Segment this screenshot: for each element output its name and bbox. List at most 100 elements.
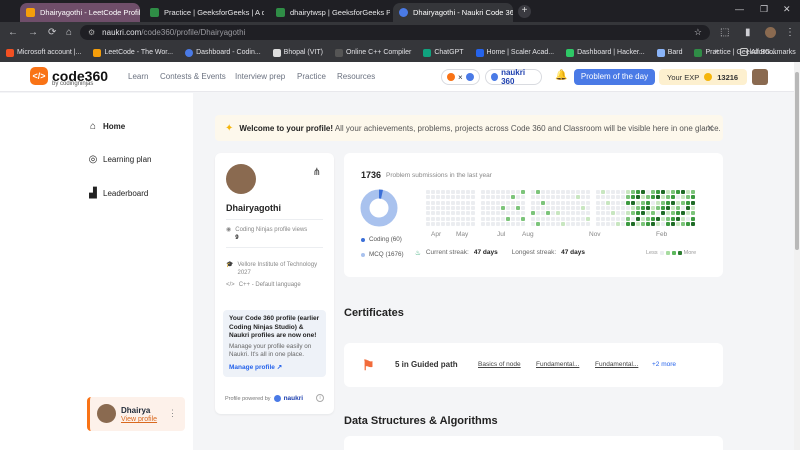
manage-profile-label: Manage profile	[229, 363, 275, 371]
bookmark-item[interactable]: Home | Scaler Acad...	[475, 48, 554, 57]
heatmap-cell	[541, 205, 545, 210]
heatmap-cell	[676, 190, 680, 194]
heatmap-cell	[431, 216, 435, 221]
heatmap-cell	[616, 190, 620, 194]
tab-gfg-profile[interactable]: dhairytwsp | GeeksforGeeks Pr✕	[270, 3, 390, 22]
bookmark-item[interactable]: ChatGPT	[423, 48, 464, 57]
reload-icon[interactable]: ⟳	[48, 27, 56, 38]
heatmap-cell	[516, 190, 520, 194]
bell-icon[interactable]: 🔔	[555, 70, 567, 81]
heatmap-cell	[686, 190, 690, 194]
heatmap-cell	[566, 211, 570, 216]
heatmap-cell	[541, 221, 545, 226]
heatmap-cell	[561, 205, 565, 210]
heatmap-cell	[681, 205, 685, 210]
new-tab-button[interactable]: +	[518, 5, 531, 18]
heatmap-cell	[521, 190, 525, 194]
college-name: Vellore Institute of Technology	[237, 262, 318, 268]
profile-views: ◉ Coding Ninjas profile views 9	[226, 226, 307, 242]
heatmap-cell	[446, 195, 450, 200]
certificate-link[interactable]: Basics of node	[478, 361, 521, 368]
gfg-icon	[150, 8, 159, 17]
welcome-banner: ✦ Welcome to your profile! All your achi…	[215, 115, 723, 141]
bookmark-item[interactable]: Bhopal (VIT)	[272, 48, 323, 57]
banner-title: Welcome to your profile!	[239, 123, 334, 133]
problem-of-day-button[interactable]: Problem of the day	[574, 69, 655, 85]
dsa-title: Data Structures & Algorithms	[344, 415, 498, 427]
heatmap-cell	[686, 205, 690, 210]
naukri-pill-label: naukri 360	[501, 68, 526, 86]
sidebar-item-leaderboard[interactable]: ▟ Leaderboard	[88, 188, 148, 199]
heatmap-cell	[516, 221, 520, 226]
user-card[interactable]: Dhairya View profile ⋮	[87, 397, 185, 431]
home-icon[interactable]: ⌂	[66, 27, 72, 38]
nav-practice[interactable]: Practice	[297, 72, 326, 81]
profile-avatar[interactable]	[765, 27, 776, 38]
manage-profile-link[interactable]: Manage profile ↗	[229, 363, 320, 371]
back-icon[interactable]: ←	[8, 27, 18, 38]
heatmap-cell	[456, 205, 460, 210]
nav-resources[interactable]: Resources	[337, 72, 375, 81]
bookmark-item[interactable]: Online C++ Compiler	[334, 48, 411, 57]
nav-contests[interactable]: Contests & Events	[160, 72, 226, 81]
extensions-icon[interactable]: ⬚	[720, 27, 729, 38]
certificate-link[interactable]: Fundamental...	[536, 361, 579, 368]
heatmap-cell	[631, 216, 635, 221]
nav-interview-prep[interactable]: Interview prep	[235, 72, 285, 81]
scale-cell	[677, 251, 682, 255]
close-icon[interactable]: ✕	[706, 123, 714, 134]
close-window-icon[interactable]: ✕	[783, 4, 791, 15]
sidebar-item-learning-plan[interactable]: ◎ Learning plan	[88, 154, 152, 165]
more-bookmarks-icon[interactable]: »	[715, 48, 719, 55]
share-icon[interactable]: ⋔	[313, 167, 321, 178]
nav-learn[interactable]: Learn	[128, 72, 148, 81]
sidepanel-icon[interactable]: ▮	[745, 27, 751, 38]
address-bar[interactable]: ⚙ naukri.com/code360/profile/Dhairyagoth…	[80, 25, 710, 40]
sidebar-item-home[interactable]: ⌂ Home	[88, 121, 125, 132]
maximize-icon[interactable]: ❐	[760, 4, 768, 15]
scrollbar[interactable]	[794, 62, 800, 450]
brand-switch[interactable]: ×	[441, 69, 480, 85]
heatmap-cell	[556, 205, 560, 210]
tab-gfg-practice[interactable]: Practice | GeeksforGeeks | A co✕	[144, 3, 264, 22]
bookmark-item[interactable]: Microsoft account |...	[6, 48, 81, 57]
bookmark-item[interactable]: Dashboard - Codin...	[185, 48, 261, 57]
heatmap-cell	[491, 195, 495, 200]
site-info-icon[interactable]: ⚙	[88, 28, 95, 37]
certificate-link[interactable]: Fundamental...	[595, 361, 638, 368]
kebab-icon[interactable]: ⋮	[168, 408, 177, 419]
heatmap-cell	[431, 200, 435, 205]
all-bookmarks[interactable]: All Bookmarks	[740, 48, 796, 56]
tab-naukri[interactable]: Dhairyagothi - Naukri Code 360✕	[393, 3, 513, 22]
minimize-icon[interactable]: —	[735, 4, 744, 14]
more-certificates-link[interactable]: +2 more	[652, 361, 676, 368]
scrollbar-thumb[interactable]	[795, 72, 799, 250]
view-profile-link[interactable]: View profile	[121, 416, 157, 423]
graduation-cap-icon: 🎓	[226, 262, 234, 268]
forward-icon[interactable]: →	[28, 27, 38, 38]
heatmap-cell	[506, 200, 510, 205]
heatmap-cell	[601, 221, 605, 226]
exp-badge[interactable]: Your EXP 13216	[659, 69, 747, 85]
menu-icon[interactable]: ⋮	[785, 27, 795, 38]
heatmap-cell	[451, 190, 455, 194]
heatmap-scale: Less More	[646, 250, 696, 256]
info-icon[interactable]: i	[316, 394, 324, 402]
legend-dot	[361, 252, 365, 257]
naukri360-pill[interactable]: naukri 360	[485, 68, 542, 86]
heatmap-cell	[496, 221, 500, 226]
tab-leetcode[interactable]: Dhairyagothi - LeetCode Profile✕	[20, 3, 140, 22]
streak-info: ♨ Current streak: 47 days Longest streak: 47…	[415, 249, 585, 257]
bookmark-star-icon[interactable]: ☆	[694, 27, 702, 38]
heatmap-cell	[566, 221, 570, 226]
heatmap-cell	[691, 190, 695, 194]
sparkle-icon: ✦	[225, 122, 234, 134]
bookmark-item[interactable]: Bard	[656, 48, 682, 57]
heatmap-cell	[466, 216, 470, 221]
naukri-icon	[491, 73, 499, 81]
code360-logo[interactable]: </> code360 by codingninjas	[30, 67, 108, 87]
heatmap-cell	[626, 216, 630, 221]
bookmark-item[interactable]: LeetCode - The Wor...	[93, 48, 173, 57]
user-avatar[interactable]	[752, 69, 768, 85]
bookmark-item[interactable]: Dashboard | Hacker...	[566, 48, 645, 57]
